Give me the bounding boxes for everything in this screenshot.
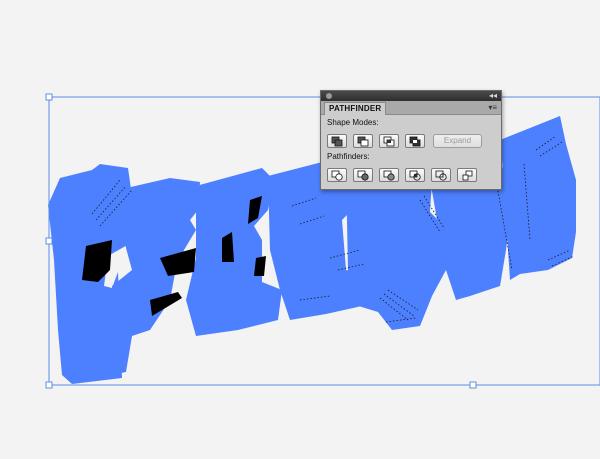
minus-front-button[interactable] [353, 134, 373, 148]
close-icon[interactable] [326, 93, 332, 99]
outline-icon [435, 170, 447, 181]
selection-handle[interactable] [469, 381, 477, 389]
divide-button[interactable] [327, 168, 347, 182]
unite-icon [331, 136, 343, 147]
outline-button[interactable] [431, 168, 451, 182]
intersect-icon [383, 136, 395, 147]
panel-menu-icon[interactable]: ▾≡ [488, 102, 497, 113]
minus-front-icon [357, 136, 369, 147]
intersect-button[interactable] [379, 134, 399, 148]
collapse-icon[interactable]: ◂◂ [489, 91, 497, 101]
shape-modes-label: Shape Modes: [327, 118, 379, 127]
trim-button[interactable] [353, 168, 373, 182]
minus-back-icon [462, 170, 473, 181]
panel-tab-row: PATHFINDER ▾≡ [321, 101, 501, 115]
merge-icon [383, 170, 395, 181]
tab-pathfinder[interactable]: PATHFINDER [324, 102, 387, 115]
artboard-canvas[interactable] [0, 0, 600, 459]
divide-icon [331, 170, 343, 181]
exclude-icon [409, 136, 421, 147]
merge-button[interactable] [379, 168, 399, 182]
selection-handle[interactable] [45, 381, 53, 389]
crop-button[interactable] [405, 168, 425, 182]
exclude-button[interactable] [405, 134, 425, 148]
unite-button[interactable] [327, 134, 347, 148]
pathfinder-panel: ◂◂ PATHFINDER ▾≡ Shape Modes: Expand Pat… [320, 90, 502, 190]
panel-titlebar[interactable]: ◂◂ [321, 91, 501, 101]
shape-modes-row: Expand [327, 134, 497, 150]
letter-shape-7[interactable] [500, 116, 576, 280]
expand-button[interactable]: Expand [433, 134, 482, 148]
crop-icon [409, 170, 421, 181]
pathfinders-label: Pathfinders: [327, 152, 370, 161]
selection-handle[interactable] [45, 93, 53, 101]
trim-icon [357, 170, 369, 181]
pathfinders-row [327, 168, 497, 184]
selection-handle[interactable] [45, 237, 53, 245]
minus-back-button[interactable] [457, 168, 477, 182]
